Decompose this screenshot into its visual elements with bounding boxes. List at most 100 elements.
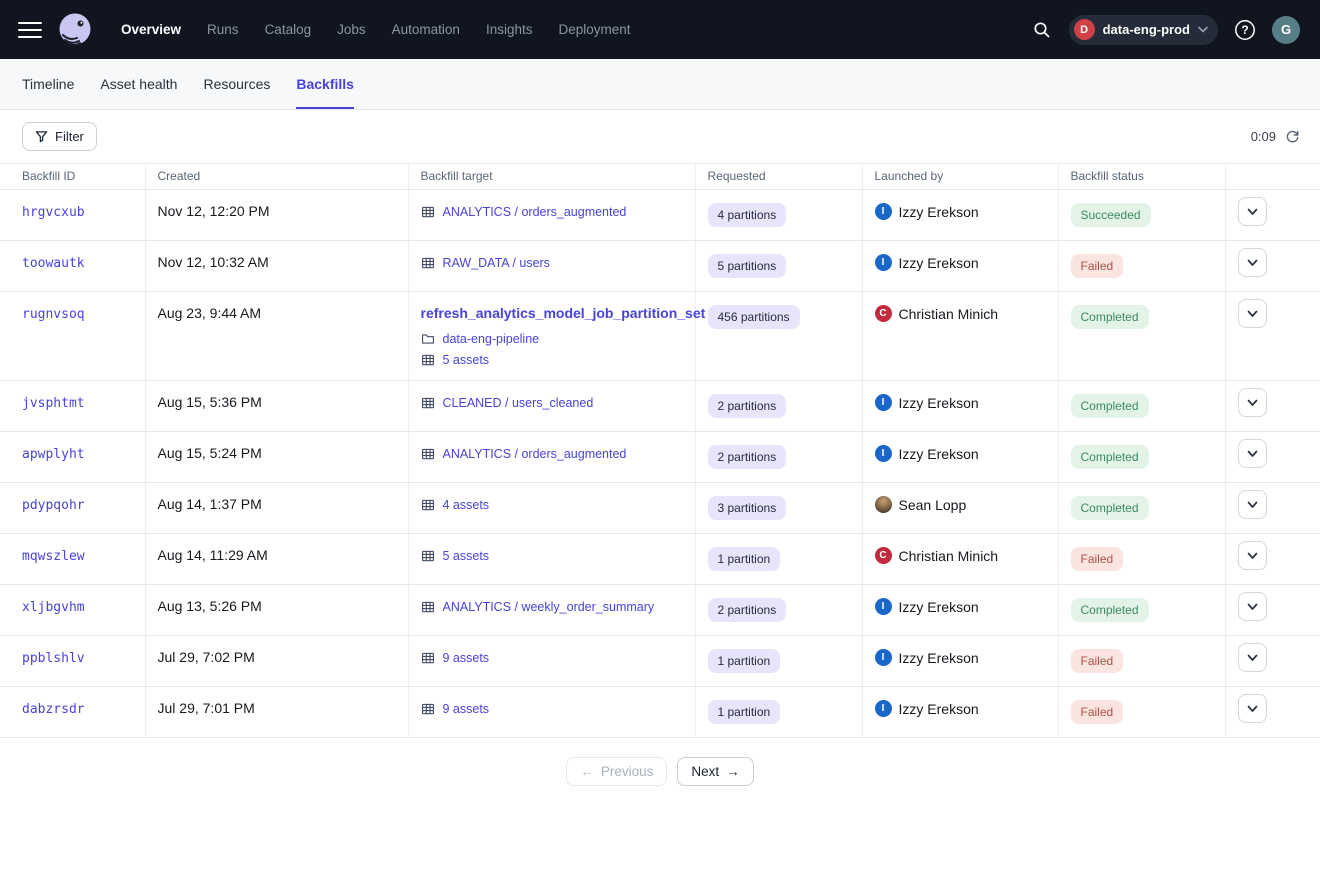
user-avatar: [875, 496, 892, 513]
row-actions-button[interactable]: [1238, 541, 1267, 570]
target-line: CLEANED / users_cleaned: [421, 396, 683, 410]
dagster-logo-icon[interactable]: [56, 11, 94, 49]
next-page-button[interactable]: Next →: [677, 757, 753, 786]
target-link[interactable]: 4 assets: [443, 498, 490, 512]
launched-by-name: Izzy Erekson: [899, 204, 979, 220]
launched-by-cell: I Izzy Erekson: [875, 649, 1046, 666]
deployment-switcher[interactable]: D data-eng-prod: [1069, 15, 1218, 45]
backfill-id-link[interactable]: mqwszlew: [22, 549, 85, 564]
backfill-id-link[interactable]: ppblshlv: [22, 651, 85, 666]
target-line: ANALYTICS / weekly_order_summary: [421, 600, 683, 614]
backfill-status-badge: Succeeded: [1071, 203, 1151, 227]
target-link[interactable]: 5 assets: [443, 549, 490, 563]
launched-by-cell: IIzzy Erekson: [875, 598, 1046, 615]
backfill-id-link[interactable]: apwplyht: [22, 447, 85, 462]
chevron-down-icon: [1247, 705, 1258, 713]
asset-grid-icon: [421, 447, 435, 461]
chevron-down-icon: [1247, 208, 1258, 216]
chevron-down-icon: [1247, 450, 1258, 458]
top-nav: OverviewRunsCatalogJobsAutomationInsight…: [0, 0, 1320, 59]
target-link[interactable]: ANALYTICS / weekly_order_summary: [443, 600, 655, 614]
target-link[interactable]: ANALYTICS / orders_augmented: [443, 205, 627, 219]
nav-item-automation[interactable]: Automation: [381, 14, 471, 45]
table-row: xljbgvhmAug 13, 5:26 PMANALYTICS / weekl…: [0, 585, 1320, 636]
created-timestamp: Aug 15, 5:36 PM: [158, 394, 262, 410]
row-actions-button[interactable]: [1238, 439, 1267, 468]
nav-item-insights[interactable]: Insights: [475, 14, 544, 45]
search-icon[interactable]: [1027, 15, 1057, 45]
target-line: 5 assets: [421, 353, 683, 367]
job-partition-set-link[interactable]: refresh_analytics_model_job_partition_se…: [421, 305, 706, 321]
launched-by-name: Izzy Erekson: [899, 701, 979, 717]
backfill-id-link[interactable]: jvsphtmt: [22, 396, 85, 411]
target-line: 5 assets: [421, 549, 683, 563]
row-actions-button[interactable]: [1238, 299, 1267, 328]
table-row: ppblshlv Jul 29, 7:02 PM 9 assets 1 partiti…: [0, 636, 1320, 687]
table-row: dabzrsdrJul 29, 7:01 PM9 assets1 partiti…: [0, 687, 1320, 738]
filter-button[interactable]: Filter: [22, 122, 97, 151]
backfill-id-link[interactable]: toowautk: [22, 256, 85, 271]
row-actions-button[interactable]: [1238, 490, 1267, 519]
asset-grid-icon: [421, 549, 435, 563]
created-timestamp: Jul 29, 7:02 PM: [158, 649, 255, 665]
target-link[interactable]: 5 assets: [443, 353, 490, 367]
previous-page-button[interactable]: ← Previous: [566, 757, 667, 786]
tab-backfills[interactable]: Backfills: [296, 59, 354, 109]
row-actions-button[interactable]: [1238, 248, 1267, 277]
nav-item-overview[interactable]: Overview: [110, 14, 192, 45]
requested-partitions-badge: 1 partition: [708, 547, 781, 571]
row-actions-button[interactable]: [1238, 592, 1267, 621]
row-actions-button[interactable]: [1238, 643, 1267, 672]
user-avatar: I: [875, 649, 892, 666]
target-line: 9 assets: [421, 702, 683, 716]
requested-partitions-badge: 1 partition: [708, 700, 781, 724]
target-line: ANALYTICS / orders_augmented: [421, 447, 683, 461]
column-header: Launched by: [862, 164, 1058, 190]
target-link[interactable]: 9 assets: [443, 651, 490, 665]
nav-item-deployment[interactable]: Deployment: [547, 14, 641, 45]
launched-by-name: Izzy Erekson: [899, 650, 979, 666]
help-icon[interactable]: ?: [1230, 15, 1260, 45]
user-avatar: I: [875, 700, 892, 717]
created-timestamp: Nov 12, 10:32 AM: [158, 254, 269, 270]
target-link[interactable]: RAW_DATA / users: [443, 256, 550, 270]
target-link[interactable]: ANALYTICS / orders_augmented: [443, 447, 627, 461]
nav-item-jobs[interactable]: Jobs: [326, 14, 377, 45]
backfill-id-link[interactable]: xljbgvhm: [22, 600, 85, 615]
target-link[interactable]: data-eng-pipeline: [443, 332, 540, 346]
backfill-id-link[interactable]: rugnvsoq: [22, 307, 85, 322]
table-row: hrgvcxubNov 12, 12:20 PMANALYTICS / orde…: [0, 190, 1320, 241]
nav-item-runs[interactable]: Runs: [196, 14, 250, 45]
refresh-countdown: 0:09: [1251, 129, 1276, 144]
folder-icon: [421, 332, 435, 346]
chevron-down-icon: [1247, 654, 1258, 662]
row-actions-button[interactable]: [1238, 694, 1267, 723]
tab-timeline[interactable]: Timeline: [22, 59, 74, 109]
chevron-down-icon: [1247, 259, 1258, 267]
nav-item-catalog[interactable]: Catalog: [254, 14, 323, 45]
backfill-id-link[interactable]: pdypqohr: [22, 498, 85, 513]
target-link[interactable]: 9 assets: [443, 702, 490, 716]
backfill-id-link[interactable]: hrgvcxub: [22, 205, 85, 220]
svg-text:?: ?: [1241, 23, 1248, 37]
requested-partitions-badge: 2 partitions: [708, 394, 787, 418]
backfill-status-badge: Failed: [1071, 547, 1124, 571]
tab-resources[interactable]: Resources: [203, 59, 270, 109]
user-avatar[interactable]: G: [1272, 16, 1300, 44]
backfill-id-link[interactable]: dabzrsdr: [22, 702, 85, 717]
refresh-icon[interactable]: [1285, 129, 1300, 144]
created-timestamp: Aug 14, 1:37 PM: [158, 496, 262, 512]
requested-partitions-badge: 1 partition: [708, 649, 781, 673]
menu-icon[interactable]: [18, 22, 42, 38]
row-actions-button[interactable]: [1238, 388, 1267, 417]
column-header: Backfill status: [1058, 164, 1225, 190]
asset-grid-icon: [421, 498, 435, 512]
filter-icon: [35, 130, 48, 143]
row-actions-button[interactable]: [1238, 197, 1267, 226]
asset-grid-icon: [421, 600, 435, 614]
tab-asset-health[interactable]: Asset health: [100, 59, 177, 109]
table-row: rugnvsoqAug 23, 9:44 AMrefresh_analytics…: [0, 292, 1320, 381]
arrow-right-icon: →: [726, 764, 740, 779]
target-line: data-eng-pipeline: [421, 332, 683, 346]
target-link[interactable]: CLEANED / users_cleaned: [443, 396, 594, 410]
